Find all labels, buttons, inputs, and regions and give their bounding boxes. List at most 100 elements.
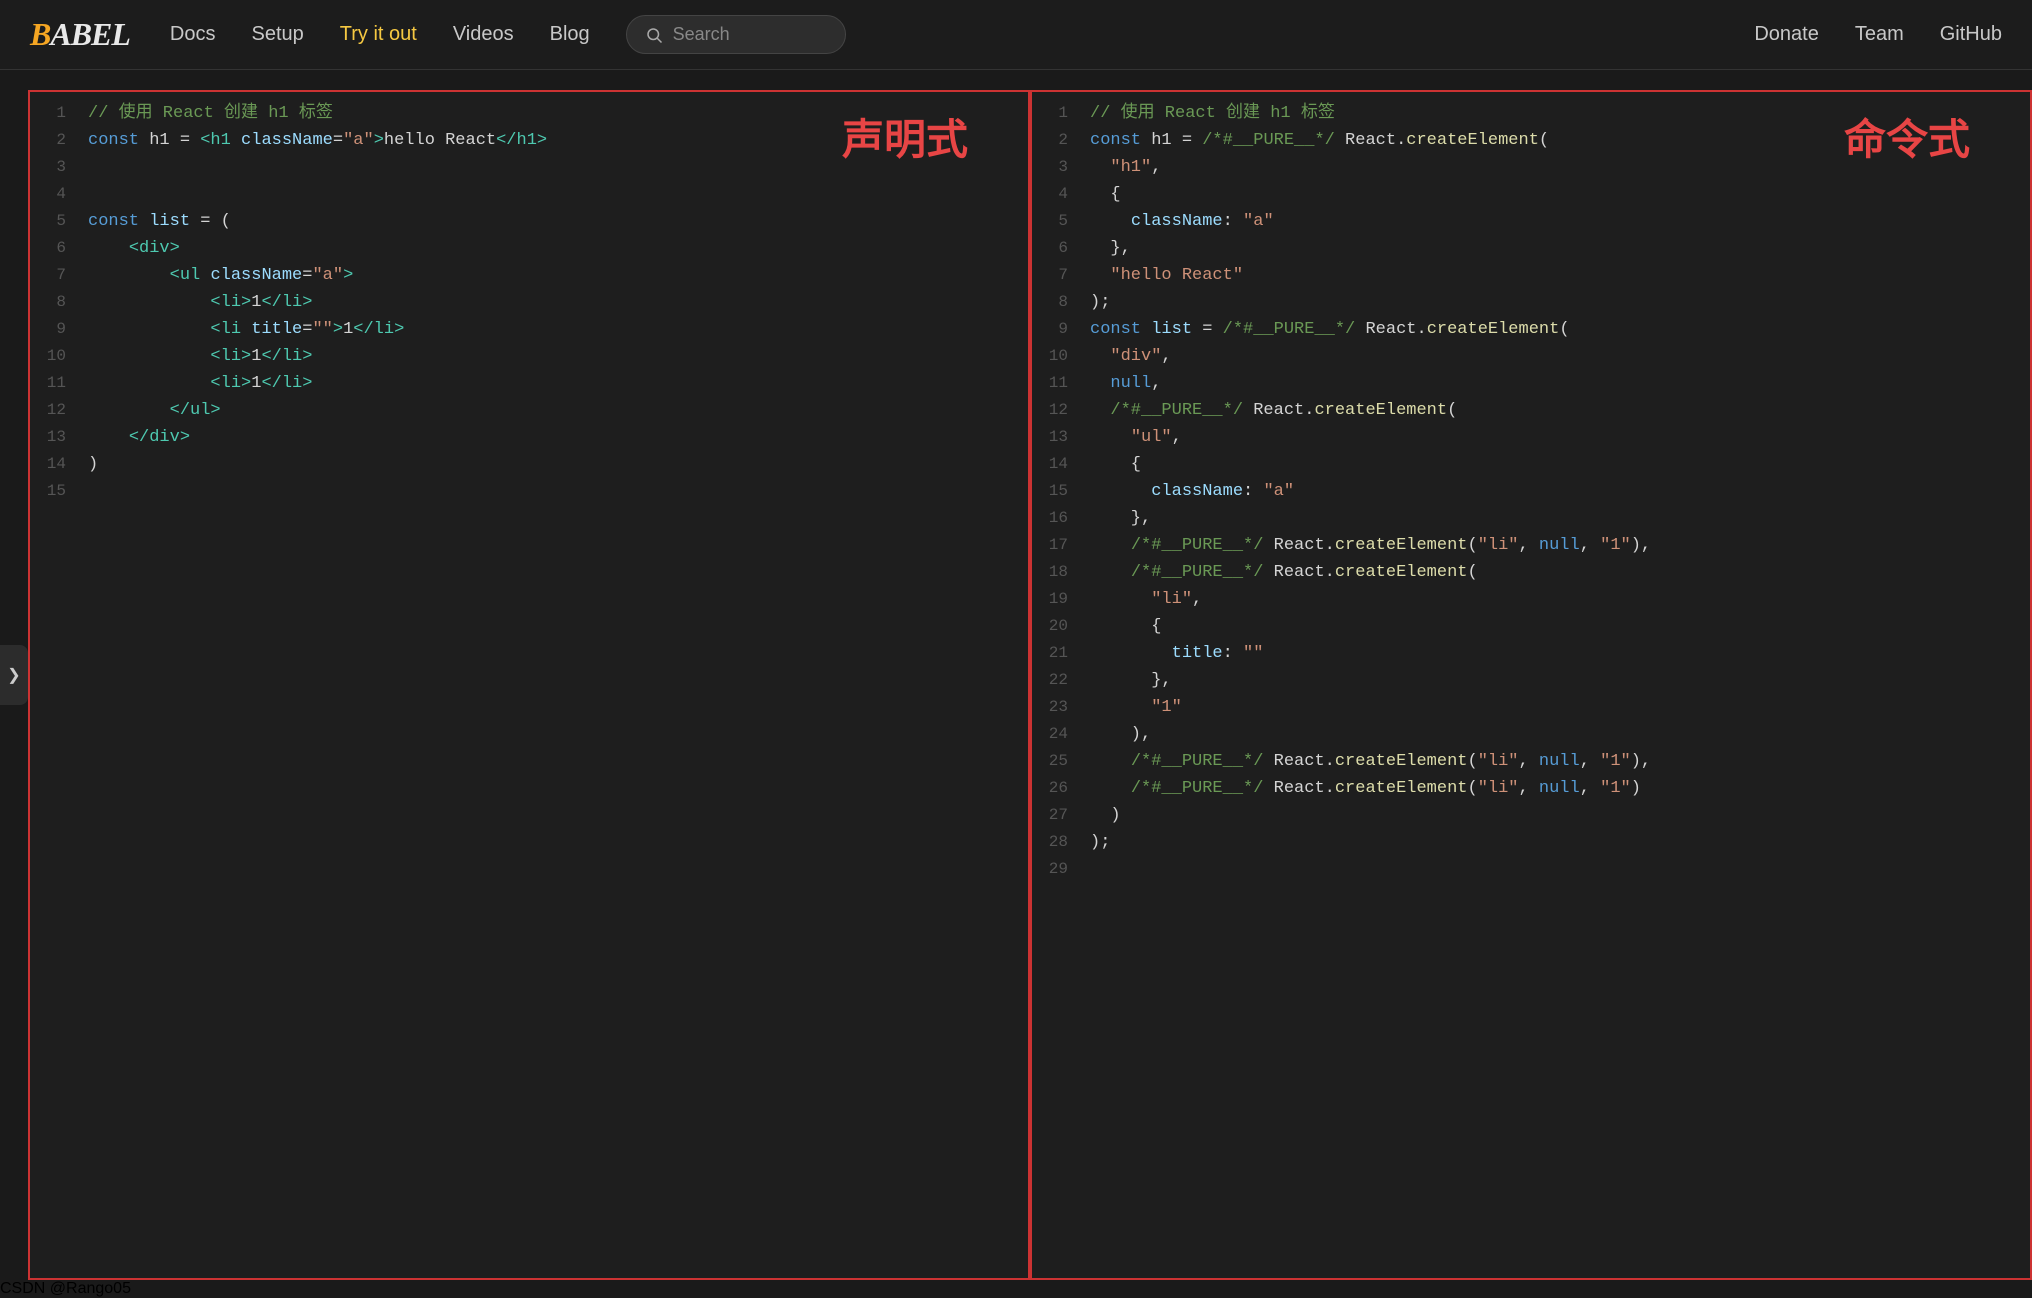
code-line: { [1090,181,2018,208]
plain: = [302,266,312,285]
ln: 15 [30,478,76,505]
tag: </div> [129,428,190,447]
code-line: }, [1090,505,2018,532]
plain: 1 [251,347,261,366]
tag: <div> [129,239,180,258]
plain: 1 [251,293,261,312]
code-line: "h1", [1090,154,2018,181]
logo[interactable]: BABEL [30,16,130,53]
code-line [88,181,1016,208]
side-toggle[interactable]: ❯ [0,645,28,705]
code-line: const list = /*#__PURE__*/ React.createE… [1090,316,2018,343]
code-line: const h1 = <h1 className="a">hello React… [88,127,1016,154]
code-line: <li>1</li> [88,343,1016,370]
comment: // 使用 React 创建 h1 标签 [88,104,333,123]
code-line [88,154,1016,181]
main-content: ❯ 声明式 1 2 3 4 5 6 7 8 9 10 11 12 [0,70,2032,1280]
comment: // 使用 React 创建 h1 标签 [1090,104,1335,123]
keyword: const [88,212,139,231]
code-line: { [1090,613,2018,640]
code-line: }, [1090,667,2018,694]
plain [88,428,129,447]
ln: 14 [30,451,76,478]
code-line: const h1 = /*#__PURE__*/ React.createEle… [1090,127,2018,154]
plain: = [333,131,343,150]
nav-github[interactable]: GitHub [1940,23,2002,46]
code-line: ); [1090,289,2018,316]
nav-tryitout[interactable]: Try it out [340,23,417,46]
code-line: className: "a" [1090,208,2018,235]
search-box[interactable]: Search [626,15,846,54]
tag: <li> [210,293,251,312]
nav-docs[interactable]: Docs [170,23,216,46]
code-line: "div", [1090,343,2018,370]
nav-blog[interactable]: Blog [550,23,590,46]
code-line: ); [1090,829,2018,856]
ln: 6 [30,235,76,262]
ln: 3 [30,154,76,181]
ln: 7 [30,262,76,289]
plain [241,320,251,339]
tag: </ul> [170,401,221,420]
code-line: <li>1</li> [88,370,1016,397]
plain: 1 [343,320,353,339]
ln: 5 [30,208,76,235]
ln: 11 [30,370,76,397]
code-line: "hello React" [1090,262,2018,289]
ln: 1 [30,100,76,127]
code-line: <li title="">1</li> [88,316,1016,343]
bottom-bar-text: CSDN @Rango05 [0,1280,131,1297]
attr: className [241,131,333,150]
code-line: { [1090,451,2018,478]
plain: = ( [190,212,231,231]
code-line: </ul> [88,397,1016,424]
left-code-area[interactable]: 1 2 3 4 5 6 7 8 9 10 11 12 13 14 15 [30,92,1028,892]
right-code-area[interactable]: 1 2 3 4 5 6 7 8 9 10 11 12 13 14 15 16 1 [1032,92,2030,892]
tag: > [333,320,343,339]
ln: 4 [30,181,76,208]
tag: </li> [353,320,404,339]
search-placeholder: Search [673,24,730,45]
code-line: /*#__PURE__*/ React.createElement( [1090,559,2018,586]
left-code-lines: // 使用 React 创建 h1 标签 const h1 = <h1 clas… [76,92,1028,892]
code-line: // 使用 React 创建 h1 标签 [88,100,1016,127]
code-line: <li>1</li> [88,289,1016,316]
tag: <li> [210,347,251,366]
code-line: "ul", [1090,424,2018,451]
tag: </li> [261,293,312,312]
attr: title [251,320,302,339]
tag: <h1 [200,131,231,150]
nav-links: Docs Setup Try it out Videos Blog Search [170,15,1714,54]
code-line: ) [88,451,1016,478]
plain [88,239,129,258]
right-panel: 命令式 1 2 3 4 5 6 7 8 9 10 11 12 13 14 [1030,90,2032,1280]
code-line: null, [1090,370,2018,397]
nav-videos[interactable]: Videos [453,23,514,46]
plain [88,266,170,285]
nav-right: Donate Team GitHub [1754,23,2002,46]
nav-team[interactable]: Team [1855,23,1904,46]
plain [88,293,210,312]
code-line: /*#__PURE__*/ React.createElement("li", … [1090,748,2018,775]
left-panel: 声明式 1 2 3 4 5 6 7 8 9 10 11 12 13 14 [28,90,1030,1280]
nav-setup[interactable]: Setup [252,23,304,46]
panels-container: 声明式 1 2 3 4 5 6 7 8 9 10 11 12 13 14 [0,90,2032,1280]
code-line: /*#__PURE__*/ React.createElement( [1090,397,2018,424]
tag: </h1> [496,131,547,150]
code-line: /*#__PURE__*/ React.createElement("li", … [1090,532,2018,559]
ln: 13 [30,424,76,451]
plain: 1 [251,374,261,393]
code-line: const list = ( [88,208,1016,235]
tag: </li> [261,374,312,393]
code-line: "li", [1090,586,2018,613]
navbar: BABEL Docs Setup Try it out Videos Blog … [0,0,2032,70]
right-code-lines: // 使用 React 创建 h1 标签 const h1 = /*#__PUR… [1078,92,2030,892]
code-line: /*#__PURE__*/ React.createElement("li", … [1090,775,2018,802]
keyword: const [88,131,139,150]
plain [88,320,210,339]
tag: > [374,131,384,150]
code-line: title: "" [1090,640,2018,667]
plain: = [302,320,312,339]
code-line: ) [1090,802,2018,829]
nav-donate[interactable]: Donate [1754,23,1819,46]
